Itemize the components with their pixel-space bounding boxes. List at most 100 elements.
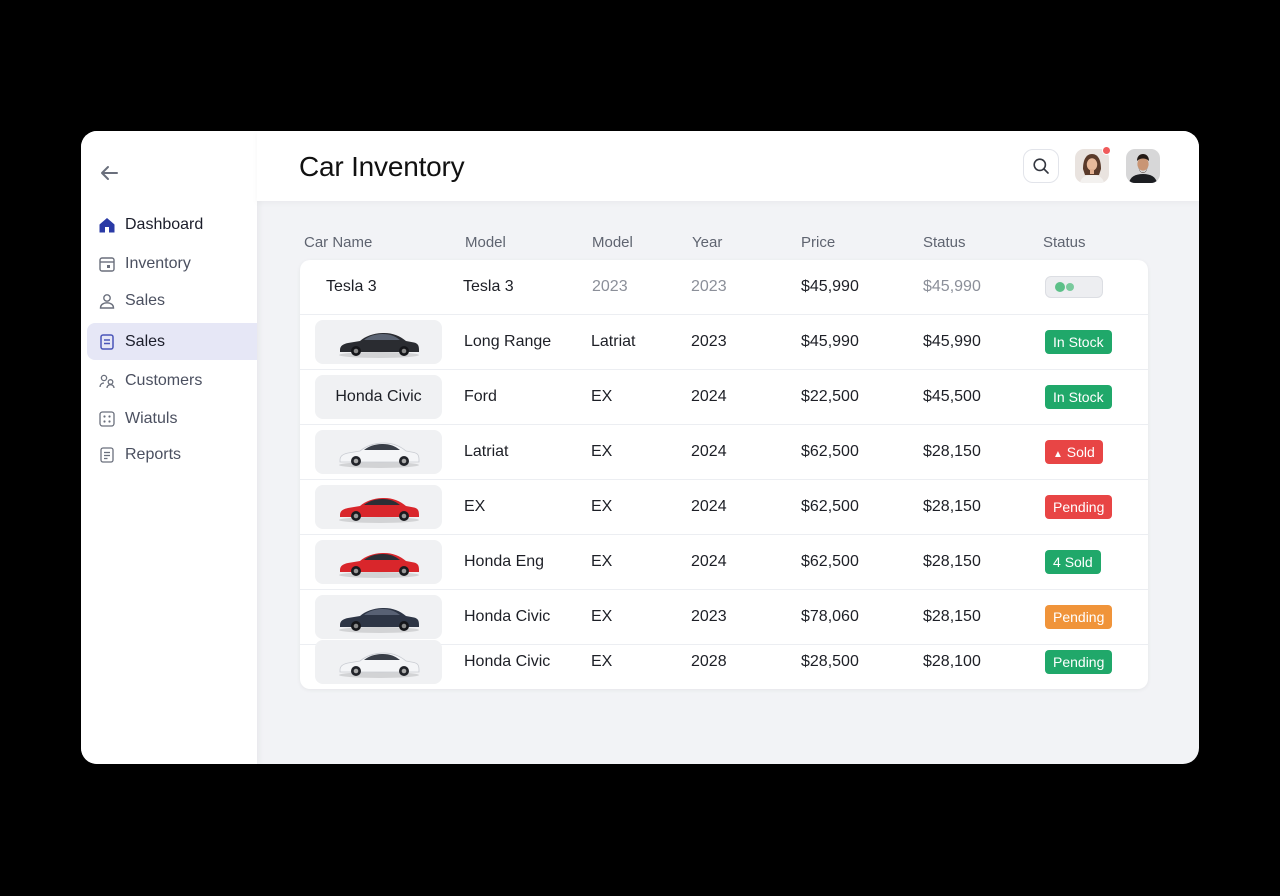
price-cell: $62,500 [801, 443, 859, 460]
status-badge: In Stock [1045, 330, 1112, 354]
badge-glyph: ▲ [1053, 449, 1063, 460]
table-row[interactable]: Tesla 3 Tesla 3 2023 2023 $45,990 $45,99… [300, 260, 1148, 315]
model2-cell: EX [591, 498, 613, 515]
badge-label: Sold [1064, 554, 1093, 570]
avatar-user[interactable] [1126, 149, 1160, 183]
year-cell: 2024 [691, 443, 727, 460]
notification-dot [1102, 146, 1111, 155]
year-cell: 2028 [691, 653, 727, 670]
sidebar-item-inventory[interactable]: Inventory [87, 245, 257, 282]
car-white-icon [338, 652, 419, 678]
model2-cell: EX [591, 388, 613, 405]
status-badge: Pending [1045, 650, 1113, 674]
model2-cell: Latriat [591, 333, 636, 350]
sidebar-item-label: Inventory [125, 254, 191, 272]
model2-cell: EX [591, 653, 613, 670]
column-header-status[interactable]: Status [923, 234, 966, 251]
inventory-table: Tesla 3 Tesla 3 2023 2023 $45,990 $45,99… [300, 260, 1148, 689]
model2-cell: 2023 [592, 278, 628, 295]
table-row[interactable]: Long Range Latriat 2023 $45,990 $45,990 … [300, 315, 1148, 370]
document-icon [98, 333, 116, 351]
user-icon [98, 292, 116, 310]
column-header-car-name[interactable]: Car Name [304, 234, 372, 251]
status-cell: $28,150 [923, 553, 981, 570]
model-cell: Honda Eng [464, 553, 545, 570]
year-cell: 2023 [691, 278, 727, 295]
price-cell: $45,990 [801, 333, 859, 350]
sidebar-item-label: Sales [125, 332, 166, 350]
people-icon [98, 372, 116, 390]
car-thumbnail: Honda Civic [315, 375, 442, 419]
sidebar-item-reports[interactable]: Reports [87, 436, 257, 473]
model2-cell: EX [591, 443, 613, 460]
sidebar-item-sales[interactable]: Sales [87, 282, 257, 319]
page-title: Car Inventory [299, 151, 465, 182]
model-cell: Latriat [464, 443, 509, 460]
arrow-left-icon [101, 166, 118, 180]
sidebar-item-label: Reports [125, 445, 182, 463]
year-cell: 2023 [691, 608, 727, 625]
model-cell: Tesla 3 [463, 278, 514, 295]
price-cell: $45,990 [801, 278, 859, 295]
status-badge: In Stock [1045, 385, 1112, 409]
toggle-dot [1066, 283, 1074, 291]
search-icon [1033, 158, 1049, 174]
badge-label: Sold [1066, 444, 1095, 460]
table-row[interactable]: Honda Civic EX 2028 $28,500 $28,100 Pend… [300, 635, 1148, 689]
back-button[interactable] [97, 161, 121, 185]
column-header-year[interactable]: Year [692, 234, 722, 251]
price-cell: $62,500 [801, 553, 859, 570]
year-cell: 2024 [691, 388, 727, 405]
model-cell: EX [464, 498, 486, 515]
header: Car Inventory [257, 131, 1199, 201]
status-toggle[interactable] [1045, 276, 1103, 298]
table-row[interactable]: Honda Civic Ford EX 2024 $22,500 $45,500… [300, 370, 1148, 425]
grid-icon [98, 410, 116, 428]
app-window: Dashboard Inventory Sales Sales Customer [81, 131, 1199, 764]
calendar-icon [98, 255, 116, 273]
car-thumbnail [315, 595, 442, 639]
badge-glyph: 4 [1053, 554, 1061, 570]
year-cell: 2023 [691, 333, 727, 350]
car-name-cell: Honda Civic [335, 388, 422, 405]
table-row[interactable]: Honda Eng EX 2024 $62,500 $28,150 4 Sold [300, 535, 1148, 590]
home-icon [98, 216, 116, 234]
status-badge: ▲ Sold [1045, 440, 1103, 464]
model2-cell: EX [591, 608, 613, 625]
sidebar-item-customers[interactable]: Customers [87, 362, 257, 399]
sidebar-item-label: Customers [125, 371, 203, 389]
car-thumbnail [315, 540, 442, 584]
sidebar-item-label: Sales [125, 291, 166, 309]
sidebar-item-sales-selected[interactable]: Sales [87, 323, 257, 360]
column-header-model-2[interactable]: Model [592, 234, 633, 251]
column-header-status-2[interactable]: Status [1043, 234, 1086, 251]
sidebar-item-wiatuls[interactable]: Wiatuls [87, 400, 257, 437]
sidebar-item-label: Dashboard [125, 215, 204, 233]
table-row[interactable]: EX EX 2024 $62,500 $28,150 Pending [300, 480, 1148, 535]
year-cell: 2024 [691, 553, 727, 570]
avatar-man-icon [1126, 149, 1160, 183]
status-cell: $28,150 [923, 443, 981, 460]
status-badge: Pending [1045, 605, 1113, 629]
car-thumbnail [315, 320, 442, 364]
car-black-icon [338, 333, 419, 358]
status-cell: $45,990 [923, 278, 981, 295]
car-thumbnail [315, 485, 442, 529]
model-cell: Honda Civic [464, 608, 551, 625]
toggle-dot [1055, 282, 1065, 292]
report-icon [98, 446, 116, 464]
car-white-icon [338, 442, 419, 468]
search-button[interactable] [1023, 149, 1059, 183]
column-header-model[interactable]: Model [465, 234, 506, 251]
sidebar-item-dashboard[interactable]: Dashboard [87, 206, 257, 243]
table-row[interactable]: Latriat EX 2024 $62,500 $28,150 ▲ Sold [300, 425, 1148, 480]
price-cell: $62,500 [801, 498, 859, 515]
status-badge: 4 Sold [1045, 550, 1101, 574]
car-red-icon [338, 553, 419, 578]
sidebar: Dashboard Inventory Sales Sales Customer [81, 131, 257, 764]
model-cell: Long Range [464, 333, 552, 350]
column-header-price[interactable]: Price [801, 234, 835, 251]
model-cell: Ford [464, 388, 497, 405]
status-cell: $45,990 [923, 333, 981, 350]
status-cell: $28,100 [923, 653, 981, 670]
